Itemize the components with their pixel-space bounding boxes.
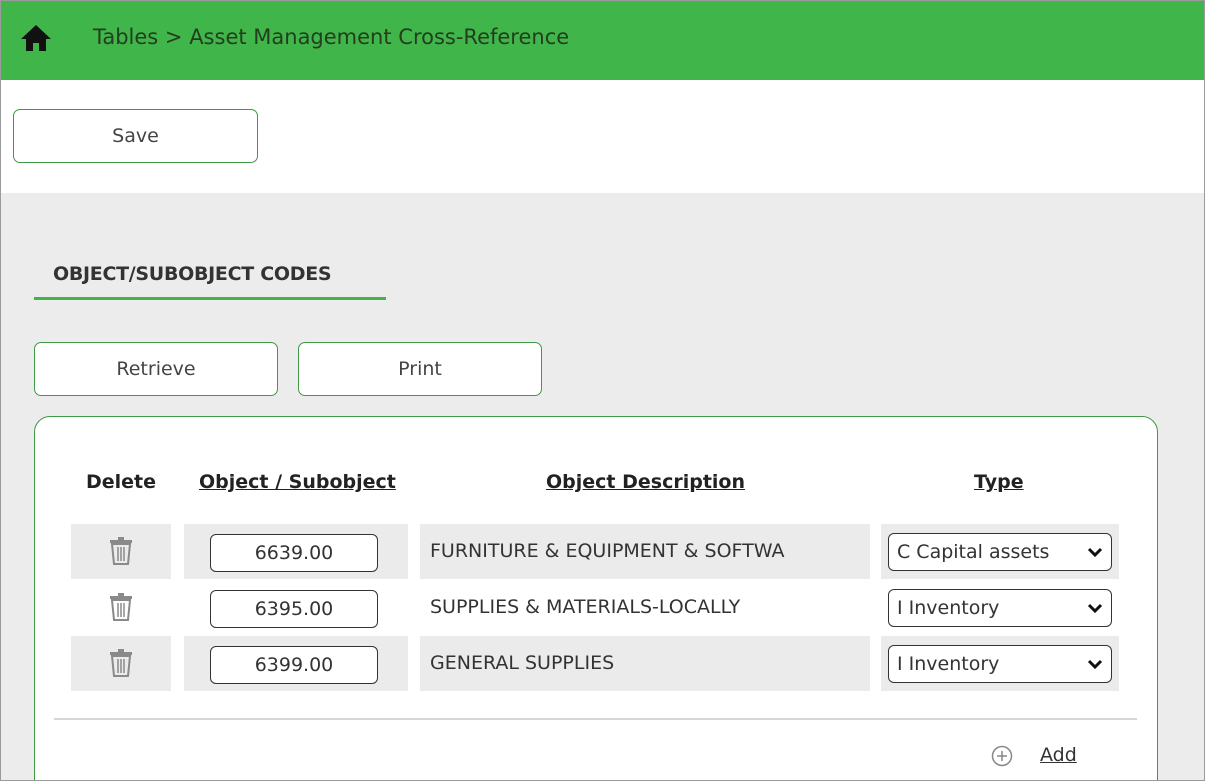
- chevron-down-icon: [1087, 547, 1103, 558]
- column-header-object-description[interactable]: Object Description: [546, 471, 745, 493]
- object-description: FURNITURE & EQUIPMENT & SOFTWA: [430, 540, 785, 562]
- breadcrumb: Tables > Asset Management Cross-Referenc…: [93, 25, 570, 49]
- column-header-object-subobject[interactable]: Object / Subobject: [199, 471, 396, 493]
- section-tab-object-subobject-codes[interactable]: OBJECT/SUBOBJECT CODES: [53, 263, 332, 285]
- type-select-value: C Capital assets: [897, 541, 1050, 563]
- type-select-value: I Inventory: [897, 597, 1000, 619]
- retrieve-button[interactable]: Retrieve: [34, 342, 278, 396]
- type-select[interactable]: I Inventory: [888, 645, 1112, 683]
- object-description: SUPPLIES & MATERIALS-LOCALLY: [430, 596, 741, 618]
- trash-icon[interactable]: [109, 537, 133, 565]
- table-row: 6639.00 FURNITURE & EQUIPMENT & SOFTWA C…: [71, 524, 1119, 579]
- print-button[interactable]: Print: [298, 342, 542, 396]
- object-description: GENERAL SUPPLIES: [430, 652, 615, 674]
- object-subobject-field[interactable]: 6399.00: [210, 646, 378, 684]
- save-button[interactable]: Save: [13, 109, 258, 163]
- trash-icon[interactable]: [109, 649, 133, 677]
- divider: [54, 718, 1137, 720]
- home-icon[interactable]: [20, 24, 52, 52]
- table-row: 6395.00 SUPPLIES & MATERIALS-LOCALLY I I…: [71, 580, 1119, 635]
- type-select[interactable]: I Inventory: [888, 589, 1112, 627]
- type-select-value: I Inventory: [897, 653, 1000, 675]
- trash-icon[interactable]: [109, 593, 133, 621]
- active-tab-indicator: [34, 297, 386, 300]
- object-subobject-field[interactable]: 6395.00: [210, 590, 378, 628]
- object-subobject-field[interactable]: 6639.00: [210, 534, 378, 572]
- column-header-type[interactable]: Type: [974, 471, 1024, 493]
- header-bar: Tables > Asset Management Cross-Referenc…: [1, 1, 1204, 80]
- app-window: Tables > Asset Management Cross-Referenc…: [0, 0, 1205, 781]
- table-row: 6399.00 GENERAL SUPPLIES I Inventory: [71, 636, 1119, 691]
- chevron-down-icon: [1087, 603, 1103, 614]
- chevron-down-icon: [1087, 659, 1103, 670]
- column-header-delete: Delete: [86, 471, 157, 493]
- type-select[interactable]: C Capital assets: [888, 533, 1112, 571]
- add-row-link[interactable]: Add: [1040, 744, 1077, 766]
- add-circle-icon[interactable]: [991, 745, 1013, 767]
